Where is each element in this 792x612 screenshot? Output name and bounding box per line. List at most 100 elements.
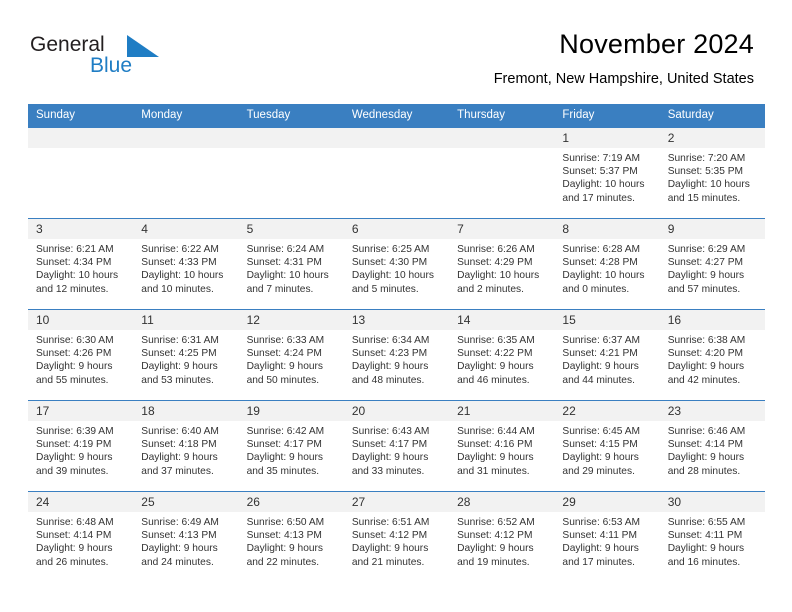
calendar-day-cell[interactable]: 24 Sunrise: 6:48 AM Sunset: 4:14 PM Dayligh…: [28, 491, 134, 582]
sunrise-text: Sunrise: 7:20 AM: [667, 153, 746, 164]
day-number: 28: [449, 492, 555, 512]
calendar-day-cell[interactable]: 7 Sunrise: 6:26 AM Sunset: 4:29 PM Daylight…: [449, 218, 555, 310]
daylight-text: Daylight: 9 hours and 44 minutes.: [562, 361, 639, 386]
sunrise-text: Sunrise: 6:55 AM: [667, 517, 746, 528]
day-details: Sunrise: 6:42 AM Sunset: 4:17 PM Daylight:…: [239, 421, 344, 478]
calendar-day-cell-empty: [343, 127, 450, 219]
calendar-day-cell[interactable]: 19 Sunrise: 6:42 AM Sunset: 4:17 PM Dayligh…: [238, 400, 344, 492]
calendar-day-cell[interactable]: 4 Sunrise: 6:22 AM Sunset: 4:33 PM Daylight…: [133, 218, 239, 310]
daylight-text: Daylight: 10 hours and 15 minutes.: [667, 179, 750, 204]
sunset-text: Sunset: 4:17 PM: [351, 439, 428, 451]
day-number: 5: [238, 219, 344, 239]
day-number: 18: [133, 401, 239, 421]
calendar-day-cell[interactable]: 2 Sunrise: 7:20 AM Sunset: 5:35 PM Daylight…: [659, 127, 765, 219]
calendar-week-row: 3 Sunrise: 6:21 AM Sunset: 4:34 PM Daylight…: [28, 218, 765, 310]
day-details: Sunrise: 6:22 AM Sunset: 4:33 PM Daylight:…: [133, 239, 238, 296]
calendar-day-cell[interactable]: 11 Sunrise: 6:31 AM Sunset: 4:25 PM Dayligh…: [133, 309, 239, 401]
sunset-text: Sunset: 4:11 PM: [667, 530, 743, 542]
calendar-day-cell[interactable]: 8 Sunrise: 6:28 AM Sunset: 4:28 PM Daylight…: [554, 218, 660, 310]
day-number: 20: [343, 401, 450, 421]
daylight-text: Daylight: 10 hours and 12 minutes.: [36, 270, 119, 295]
day-number: 25: [133, 492, 239, 512]
calendar-day-cell[interactable]: 30 Sunrise: 6:55 AM Sunset: 4:11 PM Dayligh…: [659, 491, 765, 582]
calendar-day-cell[interactable]: 13 Sunrise: 6:34 AM Sunset: 4:23 PM Dayligh…: [343, 309, 450, 401]
sunset-text: Sunset: 4:17 PM: [246, 439, 322, 451]
sunrise-text: Sunrise: 7:19 AM: [562, 153, 640, 164]
title-block: November 2024 Fremont, New Hampshire, Un…: [494, 28, 754, 88]
sunrise-text: Sunrise: 6:48 AM: [36, 517, 114, 528]
calendar-day-cell[interactable]: 6 Sunrise: 6:25 AM Sunset: 4:30 PM Daylight…: [343, 218, 450, 310]
calendar-day-cell[interactable]: 23 Sunrise: 6:46 AM Sunset: 4:14 PM Dayligh…: [659, 400, 765, 492]
daylight-text: Daylight: 9 hours and 28 minutes.: [667, 452, 745, 477]
calendar-day-cell[interactable]: 3 Sunrise: 6:21 AM Sunset: 4:34 PM Daylight…: [28, 218, 134, 310]
daylight-text: Daylight: 9 hours and 22 minutes.: [246, 543, 324, 568]
calendar-day-cell[interactable]: 5 Sunrise: 6:24 AM Sunset: 4:31 PM Daylight…: [238, 218, 344, 310]
calendar-page: General Blue November 2024 Fremont, New …: [0, 0, 792, 612]
sunset-text: Sunset: 4:28 PM: [562, 257, 638, 269]
calendar-week-row: 24 Sunrise: 6:48 AM Sunset: 4:14 PM Dayligh…: [28, 491, 765, 582]
daylight-text: Daylight: 9 hours and 35 minutes.: [246, 452, 324, 477]
day-number: 26: [238, 492, 344, 512]
calendar-day-cell[interactable]: 18 Sunrise: 6:40 AM Sunset: 4:18 PM Dayligh…: [133, 400, 239, 492]
page-header: General Blue November 2024 Fremont, New …: [0, 0, 792, 104]
daylight-text: Daylight: 9 hours and 42 minutes.: [667, 361, 745, 386]
brand-logo[interactable]: General Blue: [30, 33, 270, 83]
day-details: Sunrise: 6:45 AM Sunset: 4:15 PM Daylight:…: [554, 421, 659, 478]
day-number: 8: [554, 219, 660, 239]
sunset-text: Sunset: 4:14 PM: [667, 439, 744, 451]
daylight-text: Daylight: 9 hours and 16 minutes.: [667, 543, 745, 568]
weekday-header-thursday: Thursday: [449, 104, 555, 128]
daylight-text: Daylight: 9 hours and 48 minutes.: [351, 361, 429, 386]
day-number: 23: [659, 401, 765, 421]
weekday-header-friday: Friday: [554, 104, 660, 128]
day-number: 13: [343, 310, 450, 330]
weekday-header-saturday: Saturday: [659, 104, 765, 128]
calendar-day-cell[interactable]: 10 Sunrise: 6:30 AM Sunset: 4:26 PM Dayligh…: [28, 309, 134, 401]
sunrise-text: Sunrise: 6:25 AM: [351, 244, 430, 255]
calendar-day-cell[interactable]: 29 Sunrise: 6:53 AM Sunset: 4:11 PM Dayligh…: [554, 491, 660, 582]
day-details: Sunrise: 6:44 AM Sunset: 4:16 PM Daylight:…: [449, 421, 554, 478]
calendar-day-cell[interactable]: 1 Sunrise: 7:19 AM Sunset: 5:37 PM Daylight…: [554, 127, 660, 219]
sunset-text: Sunset: 4:24 PM: [246, 348, 322, 360]
sunrise-text: Sunrise: 6:39 AM: [36, 426, 114, 437]
sunset-text: Sunset: 4:31 PM: [246, 257, 322, 269]
calendar-day-cell[interactable]: 15 Sunrise: 6:37 AM Sunset: 4:21 PM Dayligh…: [554, 309, 660, 401]
day-number: 16: [659, 310, 765, 330]
day-details: Sunrise: 7:19 AM Sunset: 5:37 PM Daylight:…: [554, 148, 659, 205]
calendar-day-cell[interactable]: 27 Sunrise: 6:51 AM Sunset: 4:12 PM Dayligh…: [343, 491, 450, 582]
daylight-text: Daylight: 9 hours and 39 minutes.: [36, 452, 113, 477]
calendar-day-cell[interactable]: 26 Sunrise: 6:50 AM Sunset: 4:13 PM Dayligh…: [238, 491, 344, 582]
day-number: 29: [554, 492, 660, 512]
calendar-day-cell[interactable]: 22 Sunrise: 6:45 AM Sunset: 4:15 PM Dayligh…: [554, 400, 660, 492]
sunrise-text: Sunrise: 6:35 AM: [457, 335, 535, 346]
calendar-day-cell[interactable]: 16 Sunrise: 6:38 AM Sunset: 4:20 PM Dayligh…: [659, 309, 765, 401]
day-details: Sunrise: 6:51 AM Sunset: 4:12 PM Daylight:…: [344, 512, 449, 569]
sunset-text: Sunset: 4:25 PM: [141, 348, 217, 360]
sunrise-text: Sunrise: 6:46 AM: [667, 426, 746, 437]
sunset-text: Sunset: 4:23 PM: [351, 348, 428, 360]
sunrise-text: Sunrise: 6:42 AM: [246, 426, 325, 437]
day-details: Sunrise: 6:33 AM Sunset: 4:24 PM Daylight:…: [239, 330, 344, 387]
sunset-text: Sunset: 5:37 PM: [562, 166, 638, 178]
calendar-day-cell[interactable]: 21 Sunrise: 6:44 AM Sunset: 4:16 PM Dayligh…: [449, 400, 555, 492]
daylight-text: Daylight: 10 hours and 0 minutes.: [562, 270, 645, 295]
calendar-day-cell[interactable]: 9 Sunrise: 6:29 AM Sunset: 4:27 PM Daylight…: [659, 218, 765, 310]
calendar-grid: Sunday Monday Tuesday Wednesday Thursday…: [28, 104, 765, 582]
calendar-day-cell[interactable]: 28 Sunrise: 6:52 AM Sunset: 4:12 PM Dayligh…: [449, 491, 555, 582]
day-number: 19: [238, 401, 344, 421]
calendar-day-cell[interactable]: 17 Sunrise: 6:39 AM Sunset: 4:19 PM Dayligh…: [28, 400, 134, 492]
sunset-text: Sunset: 4:22 PM: [457, 348, 533, 360]
calendar-day-cell[interactable]: 14 Sunrise: 6:35 AM Sunset: 4:22 PM Dayligh…: [449, 309, 555, 401]
sunrise-text: Sunrise: 6:40 AM: [141, 426, 219, 437]
sunset-text: Sunset: 4:12 PM: [351, 530, 428, 542]
sunset-text: Sunset: 4:13 PM: [141, 530, 217, 542]
day-details: Sunrise: 6:50 AM Sunset: 4:13 PM Daylight:…: [239, 512, 344, 569]
day-details: Sunrise: 6:39 AM Sunset: 4:19 PM Daylight:…: [28, 421, 133, 478]
sunrise-text: Sunrise: 6:51 AM: [351, 517, 430, 528]
daylight-text: Daylight: 9 hours and 24 minutes.: [141, 543, 218, 568]
sunrise-text: Sunrise: 6:37 AM: [562, 335, 640, 346]
calendar-day-cell[interactable]: 12 Sunrise: 6:33 AM Sunset: 4:24 PM Dayligh…: [238, 309, 344, 401]
calendar-day-cell[interactable]: 25 Sunrise: 6:49 AM Sunset: 4:13 PM Dayligh…: [133, 491, 239, 582]
calendar-day-cell[interactable]: 20 Sunrise: 6:43 AM Sunset: 4:17 PM Dayligh…: [343, 400, 450, 492]
day-details: Sunrise: 6:55 AM Sunset: 4:11 PM Daylight:…: [660, 512, 765, 569]
